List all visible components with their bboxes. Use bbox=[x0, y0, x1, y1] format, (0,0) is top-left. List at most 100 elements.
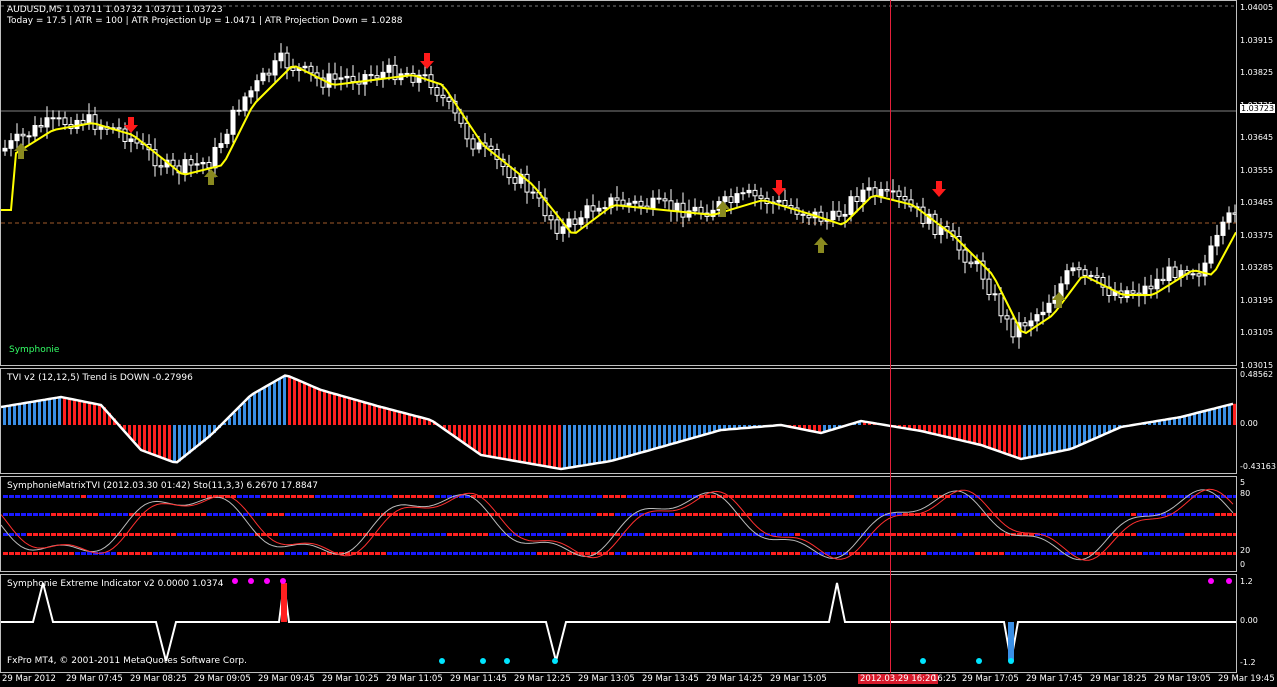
tvi-bar bbox=[278, 379, 281, 425]
matrix-cell bbox=[687, 495, 692, 498]
matrix-cell bbox=[819, 495, 824, 498]
matrix-cell bbox=[789, 495, 794, 498]
tvi-pane[interactable]: TVI v2 (12,12,5) Trend is DOWN -0.27996 bbox=[0, 368, 1237, 474]
candle-body bbox=[290, 67, 296, 71]
matrix-cell bbox=[489, 533, 494, 536]
matrix-cell bbox=[1215, 552, 1220, 555]
matrix-cell bbox=[555, 533, 560, 536]
matrix-cell bbox=[1095, 533, 1100, 536]
matrix-cell bbox=[1227, 513, 1232, 516]
tvi-bar bbox=[628, 425, 631, 457]
matrix-cell bbox=[1071, 513, 1076, 516]
matrix-cell bbox=[27, 533, 32, 536]
matrix-cell bbox=[723, 552, 728, 555]
matrix-cell bbox=[735, 552, 740, 555]
matrix-cell bbox=[1197, 495, 1202, 498]
candle-body bbox=[266, 72, 272, 76]
matrix-cell bbox=[453, 552, 458, 555]
matrix-cell bbox=[561, 513, 566, 516]
tvi-bar bbox=[548, 425, 551, 467]
price-chart-pane[interactable]: AUDUSD,M5 1.03711 1.03732 1.03711 1.0372… bbox=[0, 0, 1237, 366]
matrix-cell bbox=[189, 513, 194, 516]
tvi-bar bbox=[998, 425, 1001, 451]
matrix-cell bbox=[177, 552, 182, 555]
matrix-cell bbox=[867, 495, 872, 498]
matrix-cell bbox=[309, 495, 314, 498]
tvi-bar bbox=[333, 393, 336, 425]
candle-body bbox=[302, 65, 308, 69]
crosshair-line[interactable] bbox=[890, 0, 891, 673]
candle-body bbox=[626, 202, 632, 206]
matrix-cell bbox=[135, 513, 140, 516]
matrix-cell bbox=[615, 552, 620, 555]
matrix-cell bbox=[1047, 533, 1052, 536]
matrix-cell bbox=[1083, 495, 1088, 498]
matrix-cell bbox=[411, 552, 416, 555]
matrix-cell bbox=[207, 513, 212, 516]
tvi-bar bbox=[988, 425, 991, 448]
matrix-cell bbox=[783, 552, 788, 555]
matrix-cell bbox=[975, 552, 980, 555]
matrix-cell bbox=[435, 513, 440, 516]
matrix-cell bbox=[639, 495, 644, 498]
matrix-cell bbox=[1035, 495, 1040, 498]
matrix-cell bbox=[315, 552, 320, 555]
candle-body bbox=[374, 75, 380, 79]
tvi-bar bbox=[38, 400, 41, 425]
matrix-cell bbox=[447, 533, 452, 536]
matrix-cell bbox=[285, 513, 290, 516]
matrix-cell bbox=[429, 513, 434, 516]
matrix-cell bbox=[273, 552, 278, 555]
tvi-bar bbox=[373, 404, 376, 425]
matrix-cell bbox=[3, 513, 8, 516]
matrix-cell bbox=[1071, 533, 1076, 536]
matrix-cell bbox=[1131, 495, 1136, 498]
tvi-bar bbox=[48, 399, 51, 425]
matrix-cell bbox=[543, 495, 548, 498]
matrix-cell bbox=[1101, 513, 1106, 516]
matrix-cell bbox=[591, 495, 596, 498]
tvi-bar bbox=[618, 425, 621, 460]
matrix-cell bbox=[231, 533, 236, 536]
tvi-bar bbox=[1233, 403, 1236, 425]
extreme-indicator-pane[interactable]: Symphonie Extreme Indicator v2 0.0000 1.… bbox=[0, 574, 1237, 673]
matrix-cell bbox=[45, 495, 50, 498]
matrix-cell bbox=[1143, 513, 1148, 516]
matrix-cell bbox=[897, 552, 902, 555]
matrix-cell bbox=[645, 552, 650, 555]
matrix-cell bbox=[39, 495, 44, 498]
candle-body bbox=[80, 119, 86, 125]
candle-body bbox=[578, 217, 584, 225]
matrix-cell bbox=[933, 495, 938, 498]
price-tick: 1.03825 bbox=[1240, 68, 1274, 77]
matrix-cell bbox=[183, 495, 188, 498]
matrix-cell bbox=[1125, 513, 1130, 516]
matrix-tvi-pane[interactable]: SymphonieMatrixTVI (2012.03.30 01:42) St… bbox=[0, 476, 1237, 572]
tvi-bar bbox=[313, 386, 316, 425]
matrix-cell bbox=[279, 495, 284, 498]
tvi-bar bbox=[508, 425, 511, 460]
matrix-cell bbox=[525, 552, 530, 555]
matrix-cell bbox=[579, 513, 584, 516]
matrix-cell bbox=[843, 495, 848, 498]
matrix-cell bbox=[657, 533, 662, 536]
matrix-cell bbox=[999, 533, 1004, 536]
matrix-cell bbox=[681, 495, 686, 498]
tvi-bar bbox=[298, 380, 301, 425]
matrix-cell bbox=[345, 533, 350, 536]
tvi-bar bbox=[578, 425, 581, 467]
extreme-tick: -1.2 bbox=[1240, 658, 1256, 667]
matrix-cell bbox=[1203, 513, 1208, 516]
matrix-cell bbox=[135, 495, 140, 498]
matrix-cell bbox=[873, 533, 878, 536]
matrix-cell bbox=[693, 552, 698, 555]
matrix-cell bbox=[123, 552, 128, 555]
matrix-cell bbox=[789, 513, 794, 516]
tvi-bar bbox=[963, 425, 966, 441]
matrix-cell bbox=[903, 495, 908, 498]
tvi-bar bbox=[183, 425, 186, 458]
matrix-cell bbox=[585, 495, 590, 498]
tvi-bar bbox=[253, 393, 256, 425]
tvi-bar bbox=[1043, 425, 1046, 455]
tvi-bar bbox=[1213, 408, 1216, 425]
